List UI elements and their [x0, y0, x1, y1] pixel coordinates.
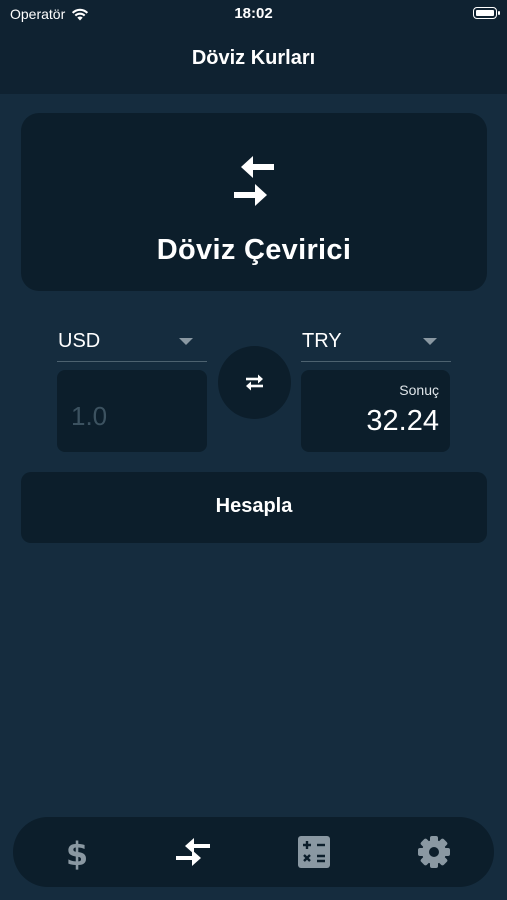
from-currency-value: USD: [58, 330, 101, 352]
hero-title: Döviz Çevirici: [156, 234, 352, 266]
calculator-icon: [298, 836, 330, 868]
from-currency-select[interactable]: USD: [57, 321, 207, 362]
result-field: Sonuç 32.24: [301, 370, 450, 452]
dropdown-arrow-icon: [179, 338, 193, 345]
tab-calculator[interactable]: [296, 834, 332, 870]
dollar-icon: $: [66, 835, 88, 870]
calculate-button[interactable]: Hesapla: [21, 472, 487, 543]
navigation-bar: Döviz Kurları: [0, 30, 507, 94]
battery-icon: [473, 7, 500, 19]
swap-arrows-icon: [246, 374, 263, 391]
gear-icon: [418, 836, 450, 868]
tab-settings[interactable]: [416, 834, 452, 870]
to-currency-value: TRY: [302, 330, 342, 352]
compare-arrows-icon: [176, 838, 210, 866]
dropdown-arrow-icon: [423, 338, 437, 345]
result-label: Sonuç: [399, 382, 439, 398]
tab-rates[interactable]: $: [59, 834, 95, 870]
swap-currencies-button[interactable]: [218, 346, 291, 419]
tab-converter[interactable]: [175, 834, 211, 870]
calculate-button-label: Hesapla: [215, 495, 293, 517]
result-value: 32.24: [366, 405, 439, 437]
status-time: 18:02: [234, 5, 273, 22]
status-bar: Operatör 18:02: [0, 0, 507, 30]
converter-hero-card: Döviz Çevirici: [21, 113, 487, 291]
amount-placeholder: 1.0: [71, 401, 108, 431]
page-title: Döviz Kurları: [191, 47, 316, 69]
tab-bar: $: [13, 817, 494, 887]
amount-input[interactable]: 1.0: [57, 370, 207, 452]
svg-text:$: $: [66, 835, 88, 870]
to-currency-select[interactable]: TRY: [301, 321, 451, 362]
compare-arrows-icon: [234, 156, 274, 206]
